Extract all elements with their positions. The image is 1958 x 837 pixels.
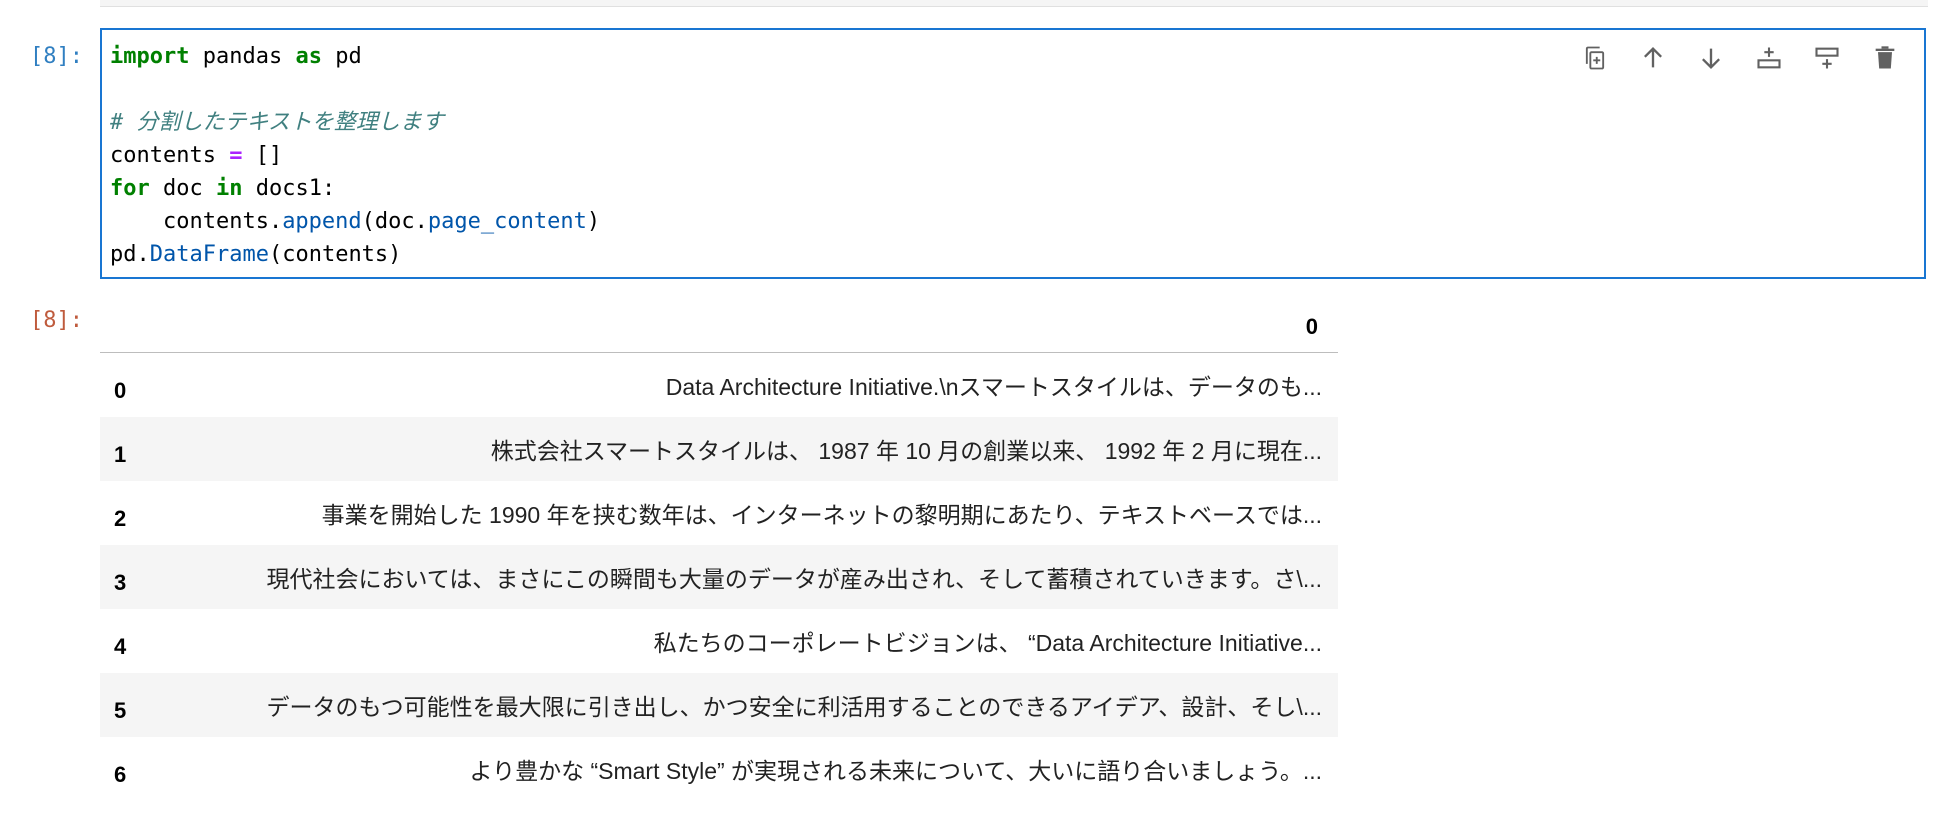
move-down-button[interactable]: [1682, 40, 1740, 76]
cell-toolbar: [1566, 40, 1914, 76]
code-line-7: pd.DataFrame(contents): [110, 242, 402, 267]
row-index: 3: [114, 570, 127, 595]
table-row: 5 データのもつ可能性を最大限に引き出し、かつ安全に利活用することのできるアイデ…: [100, 673, 1338, 737]
table-row: 3 現代社会においては、まさにこの瞬間も大量のデータが産み出され、そして蓄積され…: [100, 545, 1338, 609]
row-index: 1: [114, 442, 127, 467]
insert-above-icon: [1757, 47, 1781, 69]
row-value: 事業を開始した 1990 年を挟む数年は、インターネットの黎明期にあたり、テキス…: [321, 502, 1322, 528]
row-index: 6: [114, 762, 127, 787]
row-value: 現代社会においては、まさにこの瞬間も大量のデータが産み出され、そして蓄積されてい…: [266, 566, 1322, 592]
previous-output-edge: [100, 0, 1928, 7]
code-line-6: contents.append(doc.page_content): [110, 209, 601, 234]
code-line-1: import pandas as pd: [110, 44, 362, 69]
insert-below-icon: [1815, 47, 1839, 69]
move-down-icon: [1702, 48, 1720, 69]
row-value: 株式会社スマートスタイルは、 1987 年 10 月の創業以来、 1992 年 …: [490, 438, 1322, 464]
output-prompt: [8]:: [30, 308, 83, 333]
duplicate-cell-button[interactable]: [1566, 40, 1624, 76]
row-value: Data Architecture Initiative.\nスマートスタイルは…: [665, 374, 1322, 400]
dataframe-header: 0: [100, 302, 1338, 353]
table-row: 0 Data Architecture Initiative.\nスマートスタイ…: [100, 353, 1338, 417]
move-up-button[interactable]: [1624, 40, 1682, 76]
insert-above-button[interactable]: [1740, 40, 1798, 76]
delete-cell-button[interactable]: [1856, 40, 1914, 76]
table-row: 1 株式会社スマートスタイルは、 1987 年 10 月の創業以来、 1992 …: [100, 417, 1338, 481]
code-cell[interactable]: import pandas as pd # 分割したテキストを整理します con…: [100, 28, 1926, 279]
input-prompt: [8]:: [30, 44, 83, 69]
dataframe-output: 0 0 Data Architecture Initiative.\nスマートス…: [100, 302, 1338, 801]
code-line-3: # 分割したテキストを整理します: [110, 110, 444, 135]
move-up-icon: [1644, 47, 1662, 68]
insert-below-button[interactable]: [1798, 40, 1856, 76]
table-row: 6 より豊かな “Smart Style” が実現される未来について、大いに語り…: [100, 737, 1338, 801]
table-row: 4 私たちのコーポレートビジョンは、 “Data Architecture In…: [100, 609, 1338, 673]
row-value: 私たちのコーポレートビジョンは、 “Data Architecture Init…: [653, 630, 1322, 656]
row-index: 0: [114, 378, 127, 403]
code-line-4: contents = []: [110, 143, 283, 168]
row-index: 5: [114, 698, 127, 723]
code-line-5: for doc in docs1:: [110, 176, 336, 201]
row-value: データのもつ可能性を最大限に引き出し、かつ安全に利活用することのできるアイデア、…: [266, 694, 1322, 720]
row-index: 4: [114, 634, 127, 659]
table-row: 2 事業を開始した 1990 年を挟む数年は、インターネットの黎明期にあたり、テ…: [100, 481, 1338, 545]
row-index: 2: [114, 506, 127, 531]
row-value: より豊かな “Smart Style” が実現される未来について、大いに語り合い…: [469, 758, 1322, 784]
column-header: 0: [1305, 314, 1318, 339]
duplicate-icon: [1585, 46, 1605, 70]
delete-icon: [1875, 46, 1895, 69]
code-editor[interactable]: import pandas as pd # 分割したテキストを整理します con…: [110, 40, 600, 271]
